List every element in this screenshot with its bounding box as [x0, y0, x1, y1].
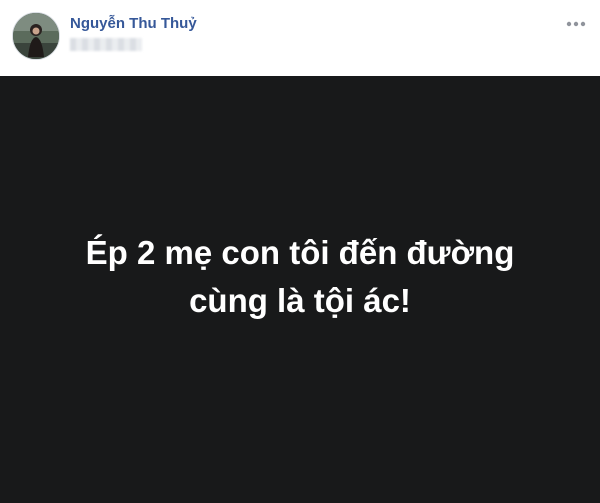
post-timestamp-blurred[interactable]: [70, 38, 142, 51]
post-text-line: Ép 2 mẹ con tôi đến đường: [85, 233, 515, 271]
author-name[interactable]: Nguyễn Thu Thuỷ: [70, 15, 197, 32]
facebook-post: Nguyễn Thu Thuỷ Ép 2 mẹ con tôi đến đườn…: [0, 0, 600, 503]
avatar-image: [13, 13, 59, 59]
avatar[interactable]: [12, 12, 60, 60]
post-header: Nguyễn Thu Thuỷ: [0, 0, 600, 76]
post-content-background: Ép 2 mẹ con tôi đến đường cùng là tội ác…: [0, 76, 600, 503]
post-text: Ép 2 mẹ con tôi đến đường cùng là tội ác…: [86, 229, 515, 325]
more-options-icon[interactable]: [564, 16, 588, 32]
post-text-line: cùng là tội ác!: [189, 281, 411, 319]
